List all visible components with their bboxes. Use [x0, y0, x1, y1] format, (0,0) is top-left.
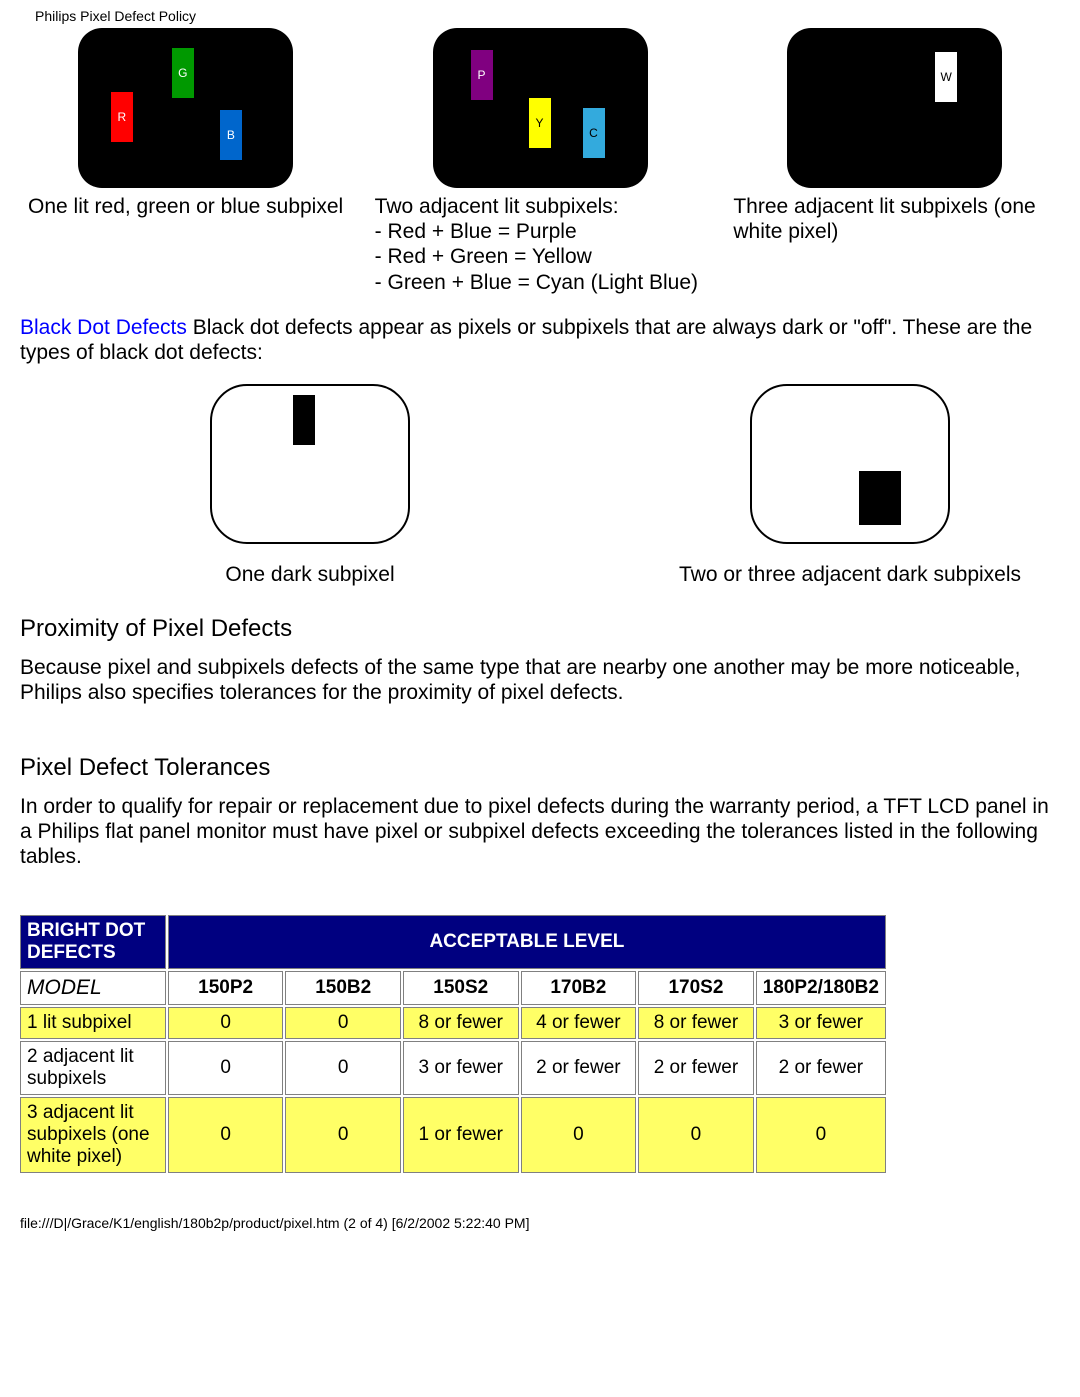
- bright-caption-2: Two adjacent lit subpixels: - Red + Blue…: [375, 194, 706, 295]
- dark-figure-2: Two or three adjacent dark subpixels: [640, 379, 1060, 587]
- r2-c5: 2 or fewer: [638, 1041, 754, 1095]
- black-dot-lead: Black Dot Defects: [20, 316, 187, 339]
- dark-dot-illustrations: One dark subpixel Two or three adjacent …: [0, 369, 1080, 587]
- black-dot-paragraph: Black Dot Defects Black dot defects appe…: [0, 295, 1080, 369]
- bright-dot-illustrations: R G B One lit red, green or blue subpixe…: [0, 28, 1080, 295]
- model-170s2: 170S2: [638, 971, 754, 1005]
- tolerances-text: In order to qualify for repair or replac…: [0, 782, 1080, 874]
- th-model: MODEL: [20, 971, 166, 1005]
- r3-c5: 0: [638, 1097, 754, 1173]
- r1-c2: 0: [285, 1007, 401, 1039]
- dark-figure-1: One dark subpixel: [100, 379, 520, 587]
- bright-caption-1: One lit red, green or blue subpixel: [20, 194, 351, 219]
- r2-c3: 3 or fewer: [403, 1041, 519, 1095]
- table-row: 1 lit subpixel 0 0 8 or fewer 4 or fewer…: [20, 1007, 886, 1039]
- bright-caption-2-line2: - Red + Blue = Purple: [375, 219, 706, 244]
- r2-c6: 2 or fewer: [756, 1041, 886, 1095]
- subpixel-yellow: Y: [529, 98, 551, 148]
- page-header-title: Philips Pixel Defect Policy: [0, 0, 1080, 28]
- r3-c6: 0: [756, 1097, 886, 1173]
- proximity-heading: Proximity of Pixel Defects: [0, 587, 1080, 643]
- subpixel-red: R: [111, 92, 133, 142]
- r1-c3: 8 or fewer: [403, 1007, 519, 1039]
- subpixel-white: W: [935, 52, 957, 102]
- proximity-text: Because pixel and subpixels defects of t…: [0, 643, 1080, 709]
- subpixel-purple: P: [471, 50, 493, 100]
- dark-diagram-multi: [745, 379, 955, 549]
- r3-c3: 1 or fewer: [403, 1097, 519, 1173]
- th-acceptable-level: ACCEPTABLE LEVEL: [168, 915, 886, 969]
- model-180p2-180b2: 180P2/180B2: [756, 971, 886, 1005]
- r1-c6: 3 or fewer: [756, 1007, 886, 1039]
- subpixel-green: G: [172, 48, 194, 98]
- model-150b2: 150B2: [285, 971, 401, 1005]
- r3-c4: 0: [521, 1097, 637, 1173]
- model-170b2: 170B2: [521, 971, 637, 1005]
- bright-caption-2-line4: - Green + Blue = Cyan (Light Blue): [375, 270, 706, 295]
- bright-diagram-white: W: [787, 28, 1002, 188]
- bright-caption-3: Three adjacent lit subpixels (one white …: [729, 194, 1060, 244]
- r2-c1: 0: [168, 1041, 284, 1095]
- bright-col-1: R G B One lit red, green or blue subpixe…: [20, 28, 351, 295]
- bright-col-2: P Y C Two adjacent lit subpixels: - Red …: [375, 28, 706, 295]
- bright-col-3: W Three adjacent lit subpixels (one whit…: [729, 28, 1060, 295]
- bright-diagram-rgb: R G B: [78, 28, 293, 188]
- r1-c5: 8 or fewer: [638, 1007, 754, 1039]
- tolerances-heading: Pixel Defect Tolerances: [0, 710, 1080, 782]
- r3-c2: 0: [285, 1097, 401, 1173]
- r3-c1: 0: [168, 1097, 284, 1173]
- r2-c2: 0: [285, 1041, 401, 1095]
- r1-c1: 0: [168, 1007, 284, 1039]
- table-header-row: BRIGHT DOT DEFECTS ACCEPTABLE LEVEL: [20, 915, 886, 969]
- table-model-row: MODEL 150P2 150B2 150S2 170B2 170S2 180P…: [20, 971, 886, 1005]
- bright-diagram-pyc: P Y C: [433, 28, 648, 188]
- dark-caption-1: One dark subpixel: [100, 563, 520, 587]
- bright-caption-2-line3: - Red + Green = Yellow: [375, 244, 706, 269]
- model-150s2: 150S2: [403, 971, 519, 1005]
- r1-label: 1 lit subpixel: [20, 1007, 166, 1039]
- r2-c4: 2 or fewer: [521, 1041, 637, 1095]
- model-150p2: 150P2: [168, 971, 284, 1005]
- subpixel-cyan: C: [583, 108, 605, 158]
- dark-caption-2: Two or three adjacent dark subpixels: [640, 563, 1060, 587]
- table-row: 3 adjacent lit subpixels (one white pixe…: [20, 1097, 886, 1173]
- bright-caption-2-line1: Two adjacent lit subpixels:: [375, 194, 706, 219]
- table-row: 2 adjacent lit subpixels 0 0 3 or fewer …: [20, 1041, 886, 1095]
- tolerance-table: BRIGHT DOT DEFECTS ACCEPTABLE LEVEL MODE…: [18, 913, 888, 1175]
- subpixel-blue: B: [220, 110, 242, 160]
- r2-label: 2 adjacent lit subpixels: [20, 1041, 166, 1095]
- page-footer: file:///D|/Grace/K1/english/180b2p/produ…: [0, 1175, 1080, 1241]
- r1-c4: 4 or fewer: [521, 1007, 637, 1039]
- th-bright-dot-defects: BRIGHT DOT DEFECTS: [20, 915, 166, 969]
- dark-diagram-one: [205, 379, 415, 549]
- r3-label: 3 adjacent lit subpixels (one white pixe…: [20, 1097, 166, 1173]
